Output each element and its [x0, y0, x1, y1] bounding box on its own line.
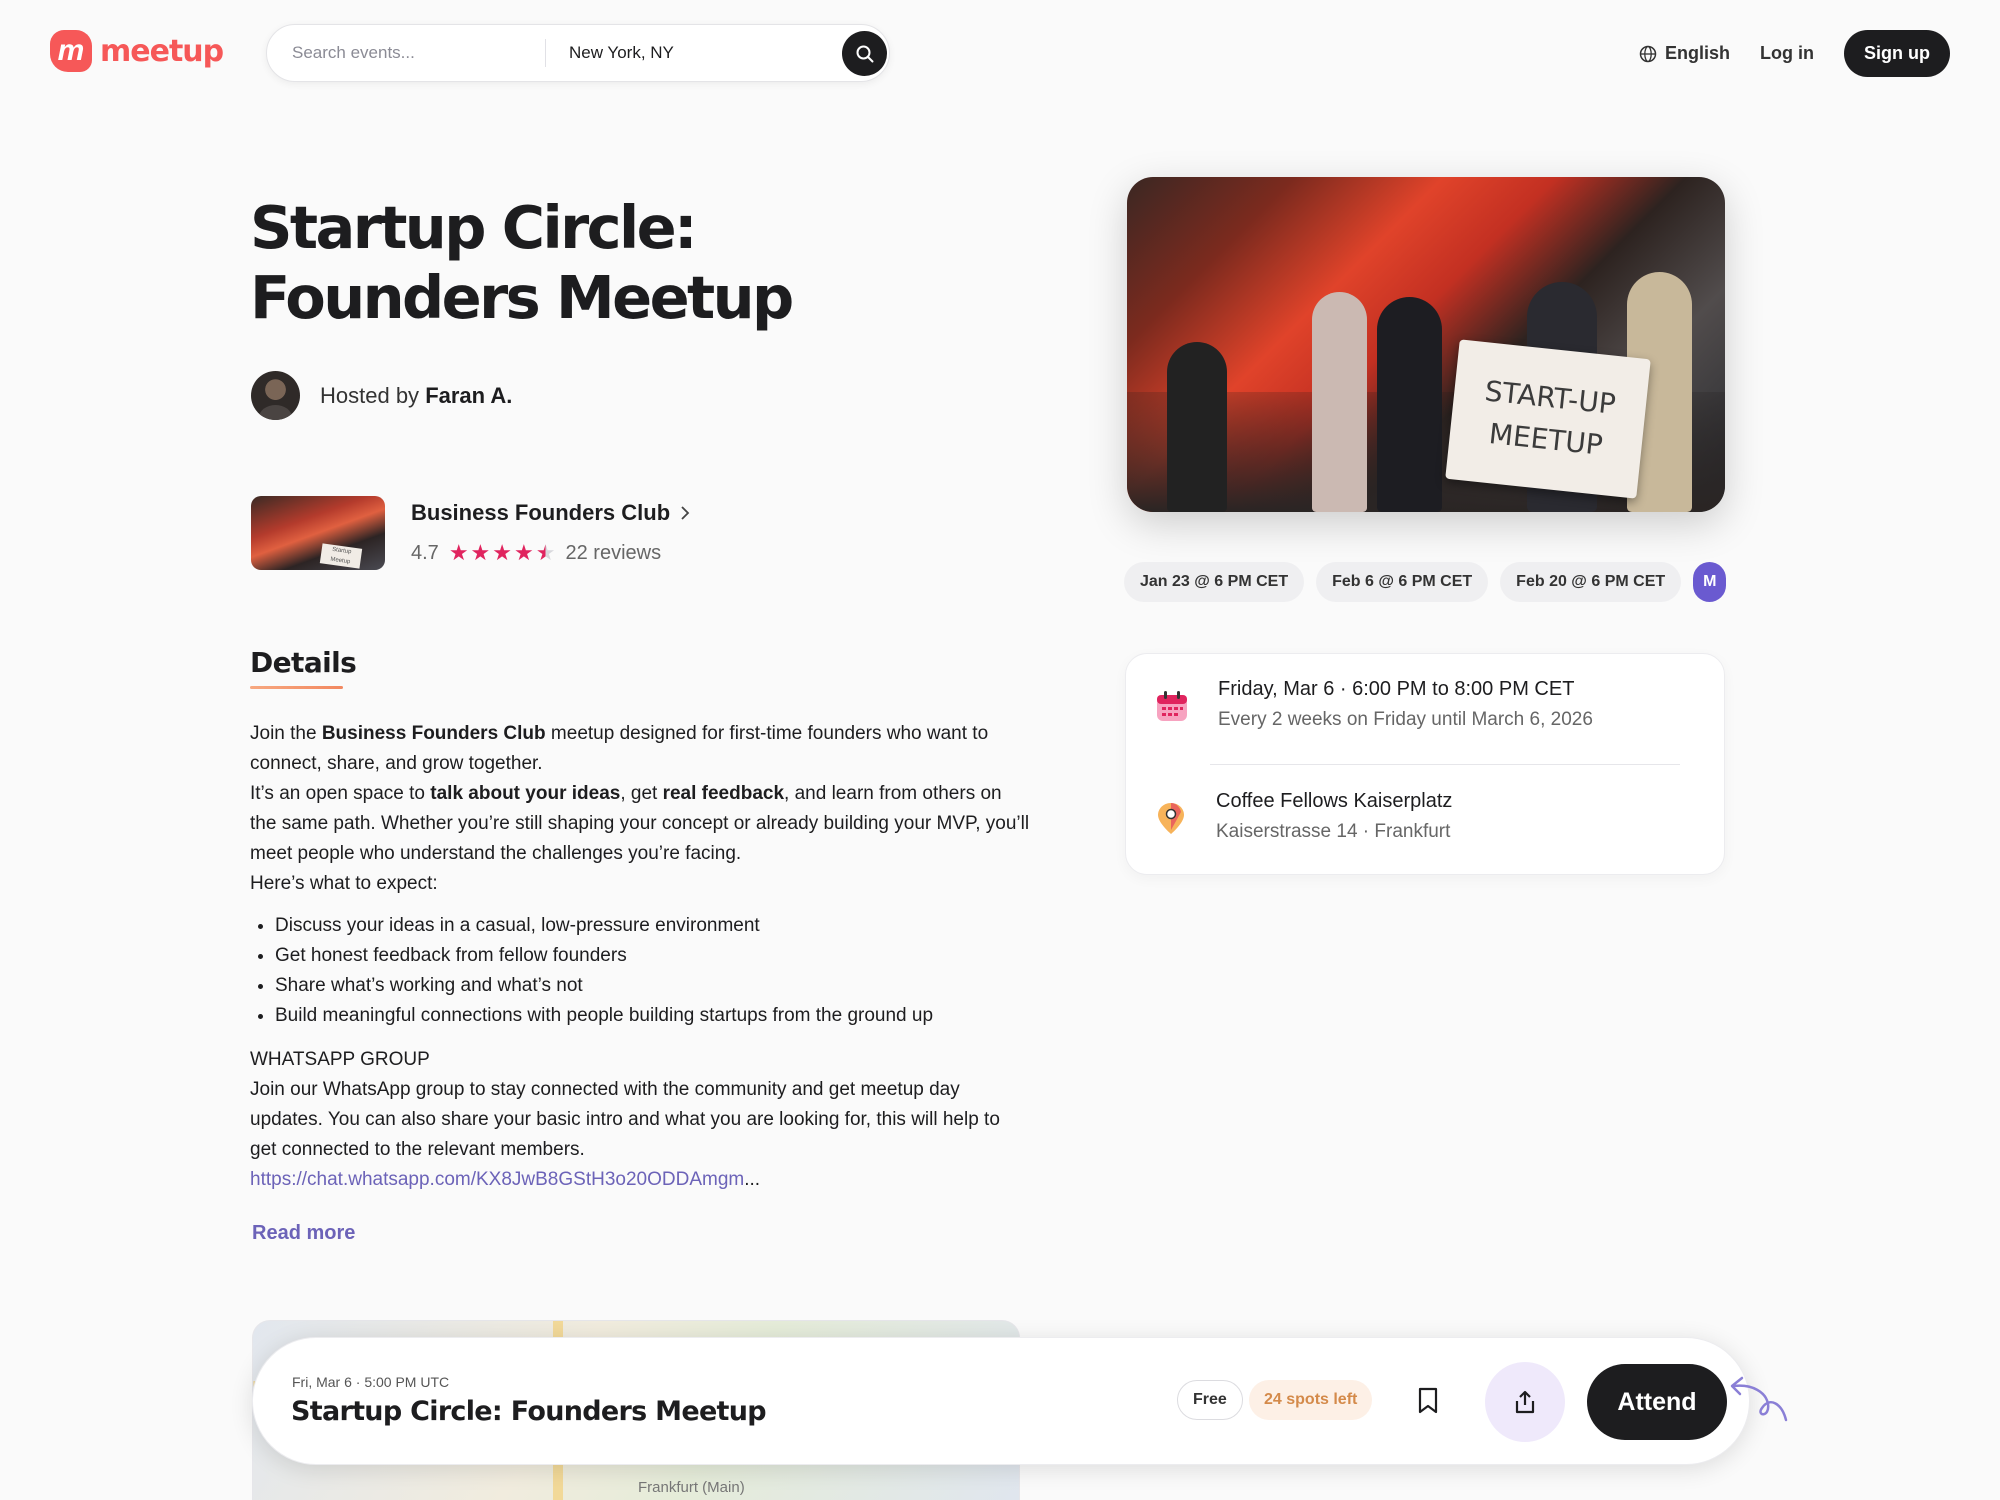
share-icon	[1515, 1390, 1535, 1414]
rating-stars: ★ ★ ★ ★ ★	[449, 540, 556, 566]
whatsapp-text: Join our WhatsApp group to stay connecte…	[250, 1079, 1000, 1160]
star-icon: ★	[514, 540, 534, 565]
bookmark-icon	[1418, 1387, 1438, 1414]
language-selector[interactable]: English	[1639, 43, 1730, 64]
event-datetime: Friday, Mar 6 · 6:00 PM to 8:00 PM CET	[1218, 678, 1575, 700]
location-row[interactable]: Coffee Fellows Kaiserplatz Kaiserstrasse…	[1154, 790, 1452, 843]
map-pin-icon	[1158, 803, 1184, 834]
sticky-title: Startup Circle: Founders Meetup	[291, 1396, 767, 1427]
language-label: English	[1665, 43, 1731, 63]
desc-paragraph-3: Here’s what to expect:	[250, 873, 438, 894]
logo-mark-icon: m	[50, 30, 92, 72]
calendar-icon	[1157, 691, 1187, 721]
list-item: Get honest feedback from fellow founders	[250, 941, 1030, 971]
review-count[interactable]: 22 reviews	[565, 542, 661, 565]
host-info: Hosted by Faran A.	[251, 371, 512, 420]
chevron-right-icon	[681, 506, 690, 520]
desc-bold: Business Founders Club	[321, 723, 546, 744]
event-photo[interactable]: START-UP MEETUP	[1127, 177, 1725, 512]
group-name-link[interactable]: Business Founders Club	[411, 500, 690, 526]
rating-value: 4.7	[411, 541, 439, 564]
datetime-text: Friday, Mar 6 · 6:00 PM to 8:00 PM CET E…	[1218, 678, 1593, 731]
event-description: Join the Business Founders Club meetup d…	[250, 719, 1030, 1195]
bookmark-button[interactable]	[1413, 1384, 1443, 1418]
event-info-card: Friday, Mar 6 · 6:00 PM to 8:00 PM CET E…	[1125, 653, 1725, 875]
sticky-date: Fri, Mar 6 · 5:00 PM UTC	[292, 1374, 450, 1390]
date-chip[interactable]: Feb 6 @ 6 PM CET	[1316, 562, 1489, 602]
share-button[interactable]	[1485, 1362, 1565, 1442]
date-chips: Jan 23 @ 6 PM CET Feb 6 @ 6 PM CET Feb 2…	[1124, 562, 1726, 604]
desc-paragraph-2: It’s an open space to talk about your id…	[250, 779, 1030, 869]
host-name[interactable]: Faran A.	[425, 383, 512, 408]
desc-bold: real feedback	[662, 783, 785, 804]
list-item: Build meaningful connections with people…	[250, 1001, 1030, 1031]
hosted-by-label: Hosted by	[320, 382, 420, 408]
host-avatar[interactable]	[251, 371, 300, 420]
list-item: Share what’s working and what’s not	[250, 971, 1030, 1001]
location-input[interactable]	[559, 25, 799, 81]
group-thumbnail: Startup Meetup	[251, 496, 385, 570]
location-text: Coffee Fellows Kaiserplatz Kaiserstrasse…	[1216, 790, 1452, 843]
map-label: Frankfurt (Main)	[638, 1479, 745, 1496]
star-half-icon: ★	[535, 540, 556, 565]
spots-left-badge: 24 spots left	[1249, 1380, 1373, 1420]
price-badge: Free	[1177, 1380, 1243, 1420]
sticky-action-bar: Fri, Mar 6 · 5:00 PM UTC Startup Circle:…	[252, 1337, 1750, 1465]
host-text: Hosted by Faran A.	[320, 383, 512, 409]
photo-person	[1377, 297, 1442, 512]
desc-text: , get	[620, 783, 663, 804]
more-dates-chip[interactable]: M	[1693, 562, 1726, 602]
desc-paragraph-1: Join the Business Founders Club meetup d…	[250, 719, 1030, 779]
group-card[interactable]: Startup Meetup Business Founders Club 4.…	[251, 496, 690, 570]
event-title: Startup Circle: Founders Meetup	[250, 193, 794, 332]
meetup-logo[interactable]: m meetup	[50, 30, 224, 72]
date-chip[interactable]: Feb 20 @ 6 PM CET	[1500, 562, 1682, 602]
star-icon: ★	[470, 540, 491, 565]
group-name: Business Founders Club	[411, 500, 671, 525]
list-item: Discuss your ideas in a casual, low-pres…	[250, 911, 1030, 941]
group-thumb-sign: Startup Meetup	[319, 543, 363, 569]
details-heading: Details	[250, 646, 357, 679]
star-icon: ★	[492, 540, 513, 565]
login-link[interactable]: Log in	[1760, 43, 1814, 64]
attend-button[interactable]: Attend	[1587, 1364, 1727, 1440]
group-info: Business Founders Club 4.7 ★ ★ ★ ★ ★ 22 revi…	[411, 500, 690, 566]
header-actions: English Log in Sign up	[1639, 30, 1950, 77]
photo-person	[1167, 342, 1227, 512]
venue-name[interactable]: Coffee Fellows Kaiserplatz	[1216, 790, 1452, 813]
whatsapp-heading: WHATSAPP GROUP	[250, 1049, 430, 1070]
read-more-link[interactable]: Read more	[252, 1222, 355, 1245]
link-ellipsis: ...	[744, 1169, 761, 1190]
globe-icon	[1639, 45, 1657, 62]
search-icon	[856, 45, 873, 62]
whatsapp-link-row: https://chat.whatsapp.com/KX8JwB8GStH3o2…	[250, 1165, 1030, 1195]
search-button[interactable]	[842, 31, 887, 76]
event-recurrence: Every 2 weeks on Friday until March 6, 2…	[1218, 709, 1593, 730]
search-bar	[266, 24, 890, 82]
details-underline	[250, 686, 343, 689]
info-divider	[1210, 764, 1680, 765]
desc-text: It’s an open space to	[250, 783, 431, 804]
star-icon: ★	[448, 540, 469, 565]
venue-address: Kaiserstrasse 14 · Frankfurt	[1216, 821, 1451, 842]
datetime-row: Friday, Mar 6 · 6:00 PM to 8:00 PM CET E…	[1154, 678, 1593, 731]
group-rating: 4.7 ★ ★ ★ ★ ★ 22 reviews	[411, 540, 690, 566]
photo-person	[1312, 292, 1367, 512]
desc-bold: talk about your ideas	[430, 783, 621, 804]
search-input[interactable]	[267, 25, 544, 81]
whatsapp-link[interactable]: https://chat.whatsapp.com/KX8JwB8GStH3o2…	[250, 1169, 744, 1190]
arrow-doodle-icon	[1730, 1376, 1788, 1422]
photo-sign: START-UP MEETUP	[1445, 339, 1651, 499]
signup-button[interactable]: Sign up	[1844, 30, 1950, 77]
search-divider	[545, 39, 546, 67]
desc-text: Join the	[250, 723, 322, 744]
logo-text: meetup	[100, 33, 224, 69]
expectations-list: Discuss your ideas in a casual, low-pres…	[250, 911, 1030, 1031]
date-chip[interactable]: Jan 23 @ 6 PM CET	[1124, 562, 1305, 602]
